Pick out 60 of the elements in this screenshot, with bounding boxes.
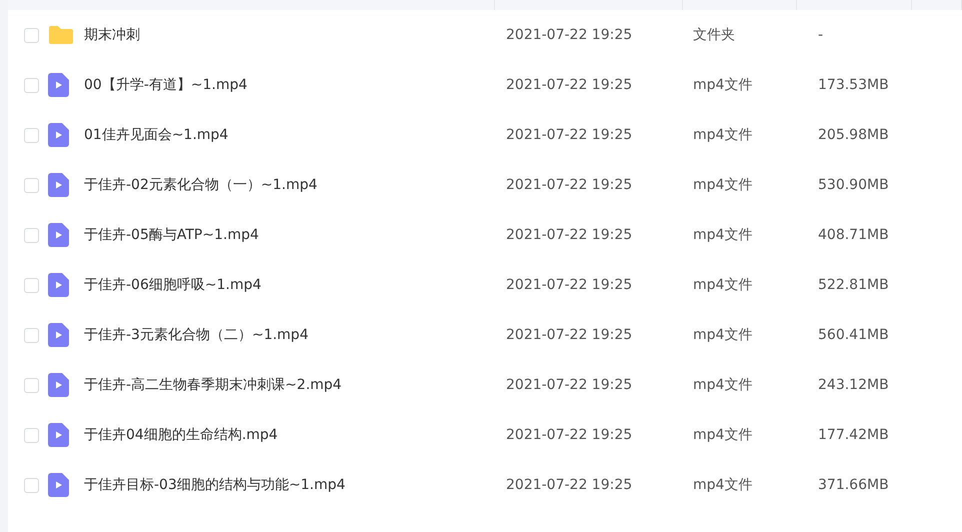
file-name[interactable]: 于佳卉-3元素化合物（二）~1.mp4	[84, 326, 506, 344]
file-type: mp4文件	[693, 276, 754, 294]
video-file-icon	[48, 372, 70, 398]
file-size: 408.71MB	[818, 227, 890, 243]
video-file-icon	[48, 472, 70, 498]
checkbox[interactable]	[24, 128, 39, 142]
file-type: 文件夹	[693, 26, 736, 44]
file-type: mp4文件	[693, 326, 754, 344]
file-type: mp4文件	[693, 126, 754, 144]
modified-time: 2021-07-22 19:25	[506, 27, 634, 43]
video-file-icon	[48, 222, 70, 248]
checkbox[interactable]	[24, 28, 39, 42]
file-type: mp4文件	[693, 176, 754, 194]
modified-time: 2021-07-22 19:25	[506, 77, 634, 93]
modified-time: 2021-07-22 19:25	[506, 427, 634, 443]
file-type: mp4文件	[693, 476, 754, 494]
file-name[interactable]: 于佳卉04细胞的生命结构.mp4	[84, 426, 506, 444]
video-file-icon	[48, 122, 70, 148]
modified-time: 2021-07-22 19:25	[506, 177, 634, 193]
file-size: 560.41MB	[818, 327, 890, 343]
video-file-icon	[48, 272, 70, 298]
modified-time: 2021-07-22 19:25	[506, 327, 634, 343]
file-name[interactable]: 00【升学-有道】~1.mp4	[84, 76, 506, 94]
file-size: -	[818, 27, 824, 43]
video-file-icon	[48, 72, 70, 98]
checkbox[interactable]	[24, 328, 39, 342]
file-name[interactable]: 01佳卉见面会~1.mp4	[84, 126, 506, 144]
modified-time: 2021-07-22 19:25	[506, 377, 634, 393]
file-name[interactable]: 期末冲刺	[84, 26, 506, 44]
file-size: 205.98MB	[818, 127, 890, 143]
file-size: 243.12MB	[818, 377, 890, 393]
file-size: 522.81MB	[818, 277, 890, 293]
folder-icon	[48, 25, 74, 45]
file-size: 530.90MB	[818, 177, 890, 193]
checkbox[interactable]	[24, 178, 39, 192]
file-name[interactable]: 于佳卉目标-03细胞的结构与功能~1.mp4	[84, 476, 506, 494]
file-type: mp4文件	[693, 76, 754, 94]
modified-time: 2021-07-22 19:25	[506, 277, 634, 293]
file-size: 173.53MB	[818, 77, 890, 93]
file-size: 371.66MB	[818, 477, 890, 493]
checkbox[interactable]	[24, 78, 39, 92]
video-file-icon	[48, 322, 70, 348]
modified-time: 2021-07-22 19:25	[506, 127, 634, 143]
file-name[interactable]: 于佳卉-高二生物春季期末冲刺课~2.mp4	[84, 376, 506, 394]
modified-time: 2021-07-22 19:25	[506, 477, 634, 493]
file-type: mp4文件	[693, 226, 754, 244]
checkbox[interactable]	[24, 228, 39, 242]
checkbox[interactable]	[24, 478, 39, 492]
checkbox[interactable]	[24, 378, 39, 392]
checkbox[interactable]	[24, 278, 39, 292]
video-file-icon	[48, 422, 70, 448]
video-file-icon	[48, 172, 70, 198]
file-name[interactable]: 于佳卉-06细胞呼吸~1.mp4	[84, 276, 506, 294]
file-size: 177.42MB	[818, 427, 890, 443]
file-name[interactable]: 于佳卉-02元素化合物（一）~1.mp4	[84, 176, 506, 194]
file-type: mp4文件	[693, 376, 754, 394]
modified-time: 2021-07-22 19:25	[506, 227, 634, 243]
file-name[interactable]: 于佳卉-05酶与ATP~1.mp4	[84, 226, 506, 244]
file-type: mp4文件	[693, 426, 754, 444]
checkbox[interactable]	[24, 428, 39, 442]
